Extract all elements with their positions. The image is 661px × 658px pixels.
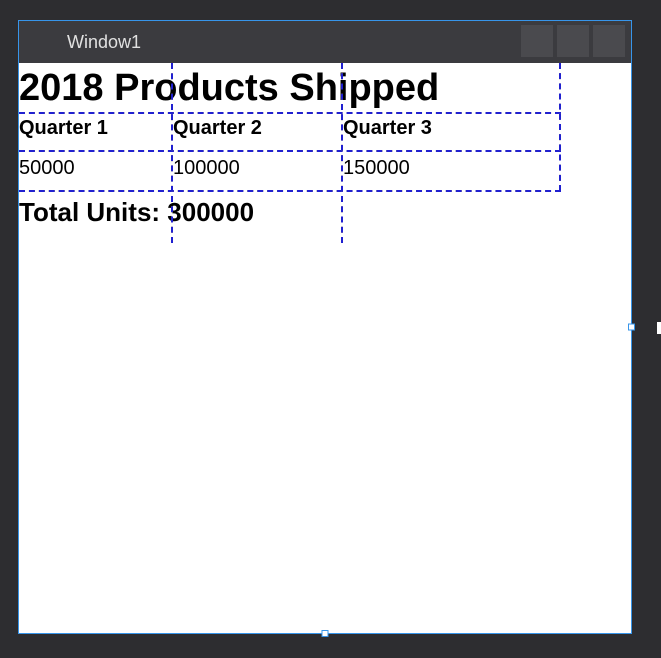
grid-row-total: Total Units: 300000 [19, 191, 631, 243]
grid-row-title: 2018 Products Shipped [19, 63, 631, 113]
column-header-q3: Quarter 3 [343, 117, 432, 140]
window-buttons [521, 25, 625, 57]
window-title: Window1 [67, 32, 141, 53]
minimize-button[interactable] [521, 25, 553, 57]
page-title: 2018 Products Shipped [19, 63, 439, 113]
cell-q2: 100000 [173, 157, 240, 180]
layout-grid: 2018 Products Shipped Quarter 1 Quarter … [19, 63, 631, 243]
cell-q3: 150000 [343, 157, 410, 180]
window-frame: Window1 2018 Products Shipped Quarter 1 … [19, 21, 631, 633]
canvas-edge-handle[interactable] [657, 322, 661, 334]
column-header-q1: Quarter 1 [19, 117, 108, 140]
maximize-button[interactable] [557, 25, 589, 57]
window-client-area[interactable]: 2018 Products Shipped Quarter 1 Quarter … [19, 63, 631, 633]
cell-q1: 50000 [19, 157, 75, 180]
titlebar[interactable]: Window1 [19, 21, 631, 63]
column-header-q2: Quarter 2 [173, 117, 262, 140]
grid-row-data: 50000 100000 150000 [19, 151, 631, 191]
designer-canvas: Window1 2018 Products Shipped Quarter 1 … [0, 0, 661, 658]
grid-row-headers: Quarter 1 Quarter 2 Quarter 3 [19, 113, 631, 151]
total-label: Total Units: 300000 [19, 197, 254, 228]
close-button[interactable] [593, 25, 625, 57]
